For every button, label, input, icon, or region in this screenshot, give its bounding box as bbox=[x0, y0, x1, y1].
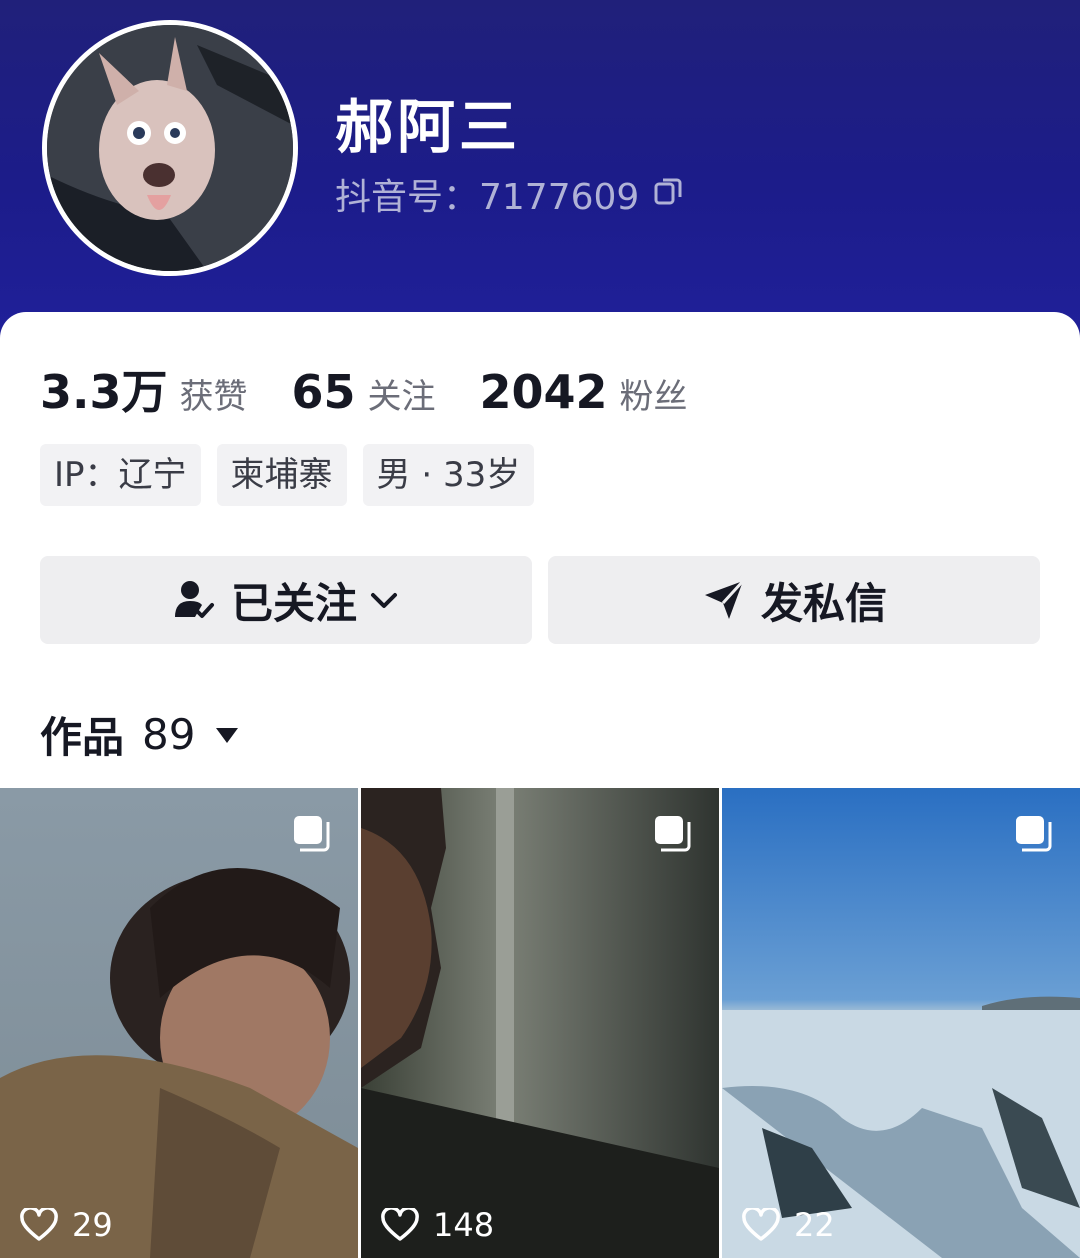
multi-image-icon bbox=[1014, 814, 1054, 858]
profile-name: 郝阿三 bbox=[335, 93, 522, 161]
profile-tags: IP：辽宁 柬埔寨 男 · 33岁 bbox=[40, 444, 550, 506]
multi-image-icon bbox=[653, 814, 693, 858]
video-likes-count: 22 bbox=[794, 1206, 835, 1244]
tag-region[interactable]: 柬埔寨 bbox=[216, 444, 347, 506]
stat-following-label: 关注 bbox=[367, 377, 436, 417]
stat-likes[interactable]: 3.3万 获赞 bbox=[40, 356, 248, 422]
video-thumbnail[interactable]: 148 bbox=[361, 788, 719, 1258]
send-icon bbox=[704, 579, 745, 619]
video-likes: 29 bbox=[20, 1206, 113, 1244]
works-tab[interactable]: 作品 89 bbox=[40, 704, 241, 765]
works-label: 作品 bbox=[40, 713, 125, 762]
video-likes-count: 29 bbox=[72, 1206, 113, 1244]
stat-followers-label: 粉丝 bbox=[619, 377, 688, 417]
followed-button[interactable]: 已关注 bbox=[40, 556, 532, 644]
copy-icon[interactable] bbox=[653, 174, 683, 215]
send-message-button[interactable]: 发私信 bbox=[548, 556, 1040, 644]
send-message-label: 发私信 bbox=[760, 578, 887, 628]
stat-followers[interactable]: 2042 粉丝 bbox=[480, 365, 688, 419]
video-grid: 29 148 22 bbox=[0, 788, 1080, 1258]
tag-gender-age: 男 · 33岁 bbox=[362, 444, 535, 506]
stats-row: 3.3万 获赞 65 关注 2042 粉丝 bbox=[40, 356, 732, 422]
video-cover-image bbox=[361, 788, 719, 1258]
caret-down-icon bbox=[216, 727, 239, 743]
tag-ip-location: IP：辽宁 bbox=[40, 444, 201, 506]
video-cover-image bbox=[0, 788, 358, 1258]
video-likes-count: 148 bbox=[433, 1206, 495, 1244]
heart-icon bbox=[381, 1208, 419, 1241]
avatar[interactable] bbox=[42, 20, 298, 276]
works-count: 89 bbox=[142, 710, 196, 759]
stat-likes-value: 3.3万 bbox=[40, 365, 168, 419]
douyin-id[interactable]: 抖音号：7177609 bbox=[335, 168, 683, 220]
heart-icon bbox=[20, 1208, 58, 1241]
stat-followers-value: 2042 bbox=[479, 365, 608, 419]
profile-header: 郝阿三 抖音号：7177609 bbox=[0, 0, 1080, 340]
chevron-down-icon bbox=[371, 593, 397, 608]
stat-following[interactable]: 65 关注 bbox=[292, 365, 436, 419]
stat-following-value: 65 bbox=[291, 365, 356, 419]
video-thumbnail[interactable]: 22 bbox=[722, 788, 1080, 1258]
video-likes: 22 bbox=[742, 1206, 835, 1244]
user-check-icon bbox=[174, 581, 214, 618]
video-cover-image bbox=[722, 788, 1080, 1258]
video-likes: 148 bbox=[381, 1206, 494, 1244]
douyin-id-text: 抖音号：7177609 bbox=[335, 177, 640, 218]
heart-icon bbox=[742, 1208, 780, 1241]
multi-image-icon bbox=[292, 814, 332, 858]
video-thumbnail[interactable]: 29 bbox=[0, 788, 358, 1258]
followed-button-label: 已关注 bbox=[230, 578, 357, 628]
stat-likes-label: 获赞 bbox=[179, 377, 248, 417]
